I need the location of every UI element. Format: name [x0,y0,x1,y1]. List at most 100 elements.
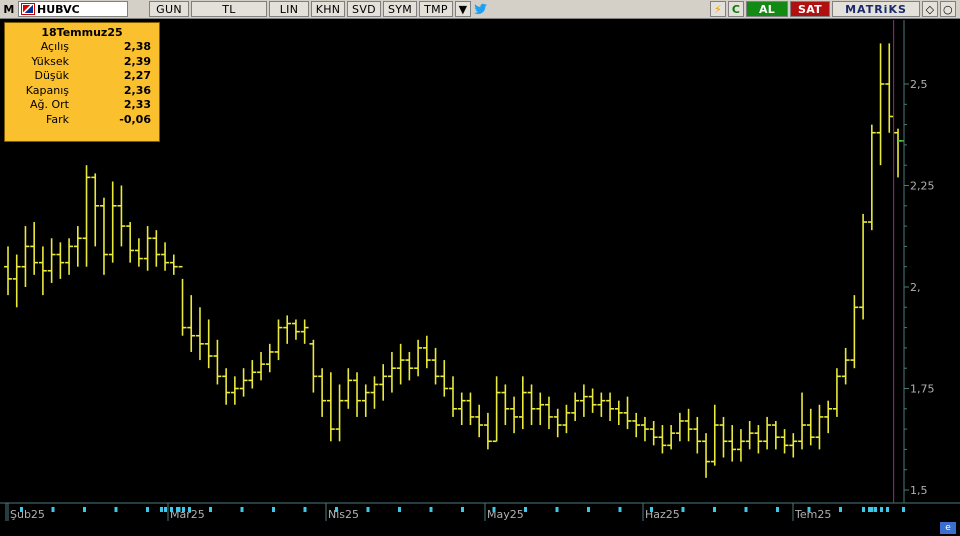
ohlc-bar [867,124,876,231]
ohlc-bar [309,339,318,393]
info-row-open: Açılış 2,38 [5,40,159,55]
ohlc-bar [623,396,632,430]
period-button[interactable]: GUN [149,1,189,17]
ohlc-bar [745,420,754,450]
ohlc-bar [379,364,388,401]
sym-button[interactable]: SYM [383,1,417,17]
ohlc-bar [117,185,126,247]
ohlc-bar [370,376,379,409]
ohlc-bar [571,392,580,421]
info-row-close: Kapanış 2,36 [5,84,159,99]
ohlc-bar [65,238,74,275]
lightning-icon[interactable]: ⚡ [710,1,726,17]
x-week-marker [335,507,338,512]
ohlc-bar [536,392,545,426]
ohlc-bar [353,372,361,417]
info-value: 2,39 [123,54,151,68]
y-tick-label: 2, [910,281,921,294]
ohlc-bar [431,347,440,385]
info-label: Ağ. Ort [30,98,69,112]
ohlc-bar [824,400,833,434]
x-week-marker [146,507,149,512]
info-label: Açılış [40,40,69,53]
ohlc-bar [798,392,806,450]
info-row-low: Düşük 2,27 [5,69,159,84]
ohlc-bar [789,433,798,458]
ohlc-bar [780,429,789,454]
ohlc-bar [449,376,457,417]
ohlc-bar [737,429,745,462]
ohlc-bar [763,416,772,450]
x-week-marker [492,507,496,512]
x-week-marker [51,507,55,512]
ohlc-bar [56,242,65,279]
sell-button[interactable]: SAT [790,1,830,17]
x-axis-label: Tem25 [794,508,831,521]
ohlc-bar [257,351,265,381]
twitter-icon[interactable] [473,1,489,17]
symbol-box[interactable]: HUBVC [18,1,128,17]
scale-button[interactable]: LIN [269,1,309,17]
y-tick-label: 2,5 [910,78,928,91]
ohlc-bar [134,238,143,267]
ohlc-bar [405,351,414,381]
x-week-marker [880,507,883,512]
x-week-marker [524,507,527,512]
ohlc-bar [126,222,135,263]
ohlc-bar [38,246,47,296]
ohlc-bar [440,360,449,397]
tmp-button[interactable]: TMP [419,1,453,17]
ohlc-bar [815,404,824,450]
close-icon[interactable]: ○ [940,1,956,17]
x-week-marker [398,507,401,512]
x-week-marker [429,507,433,512]
info-row-wavg: Ağ. Ort 2,33 [5,98,159,113]
currency-button[interactable]: TL [191,1,267,17]
ohlc-bar [283,315,292,344]
ohlc-bar [178,265,187,336]
ohlc-bar [82,165,91,267]
x-week-marker [272,507,275,512]
ohlc-bar [641,416,649,442]
ohlc-bar [588,388,597,413]
ohlc-bar [274,319,283,361]
x-axis-label: Nis25 [328,508,359,521]
ohlc-bar [693,416,702,454]
minimize-icon[interactable]: ◇ [922,1,938,17]
ohlc-bar [579,384,588,417]
ohlc-bar [606,392,614,421]
ohlc-bar [422,335,431,369]
x-week-marker [874,507,877,512]
ohlc-bar [100,197,108,275]
ohlc-bar [73,226,82,267]
corner-app-icon[interactable]: e [940,522,956,534]
buy-button[interactable]: AL [746,1,788,17]
ohlc-bar [859,213,868,320]
ohlc-bar [658,425,667,454]
ohlc-bar [728,425,737,462]
info-value: 2,36 [123,83,151,97]
ohlc-bar [187,295,196,352]
ohlc-bar [239,368,248,397]
khn-button[interactable]: KHN [311,1,345,17]
x-week-marker [176,507,179,512]
refresh-button[interactable]: C [728,1,744,17]
svd-button[interactable]: SVD [347,1,381,17]
x-week-marker [555,507,559,512]
dropdown-arrow-icon[interactable]: ▼ [455,1,471,17]
x-week-marker [886,507,889,512]
ohlc-bar [771,420,780,450]
x-week-marker [868,507,871,512]
ohlc-bar [492,376,501,443]
menu-button[interactable]: M [1,1,17,17]
symbol-name: HUBVC [37,2,80,16]
info-label: Düşük [34,69,69,83]
ohlc-bar [675,412,684,442]
x-axis-label: Şub25 [10,508,45,521]
ohlc-bar [222,368,231,405]
x-week-marker [209,507,212,512]
ohlc-bar [702,433,710,478]
ohlc-bar [885,43,894,133]
ohlc-bar [21,226,30,287]
ohlc-bar [841,347,850,385]
